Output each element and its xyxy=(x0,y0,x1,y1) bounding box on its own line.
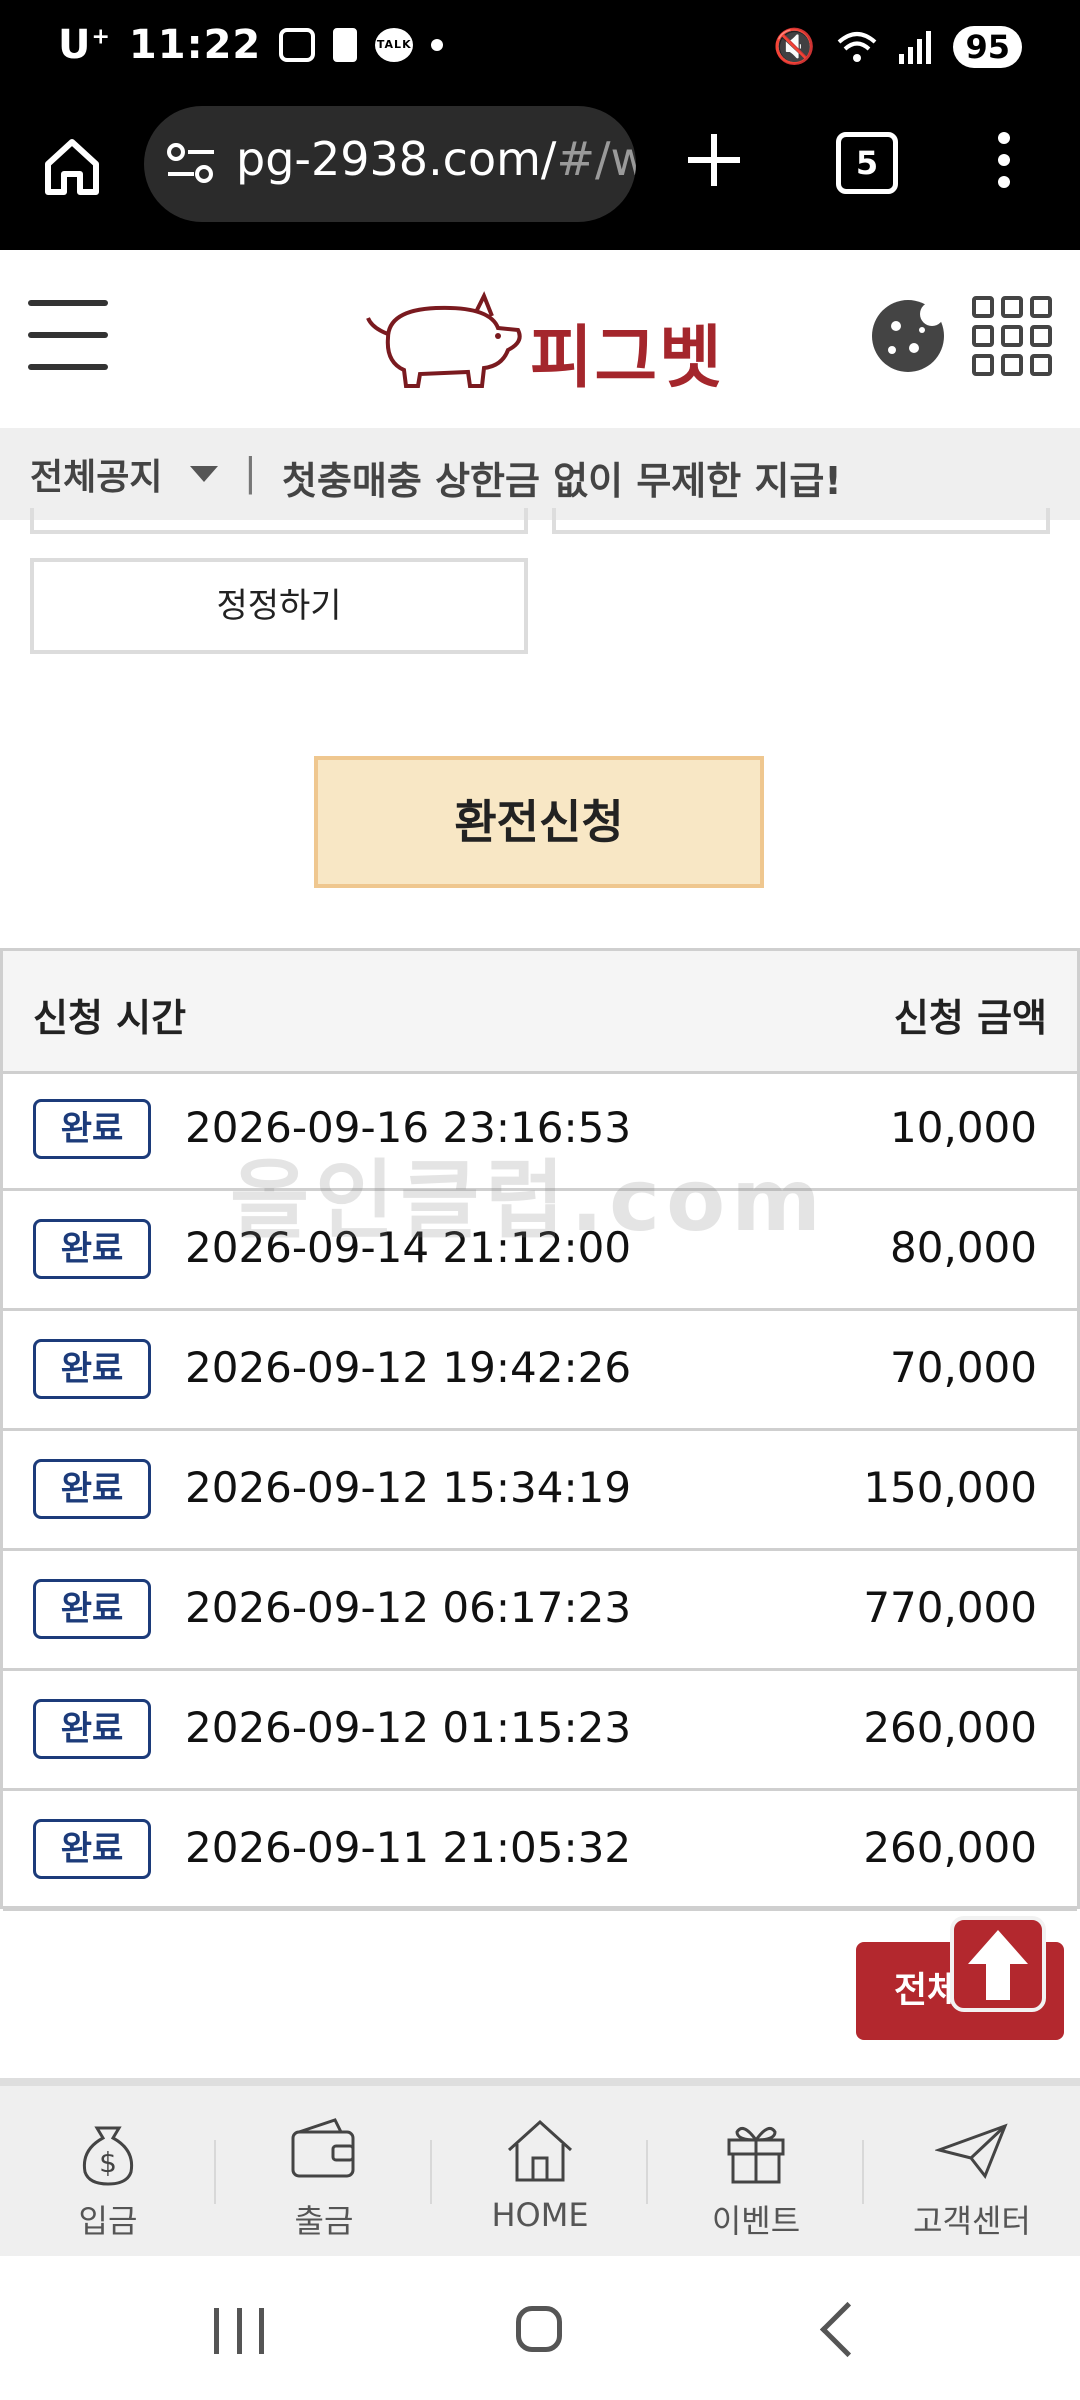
new-tab-icon[interactable] xyxy=(684,130,744,190)
request-amount: 10,000 xyxy=(890,1103,1037,1152)
mute-icon: 🔇 xyxy=(773,27,816,67)
status-badge: 완료 xyxy=(33,1819,151,1879)
table-row: 완료 2026-09-11 21:05:32 260,000 xyxy=(3,1791,1077,1911)
logo-text: 피그벳 xyxy=(530,319,724,398)
table-bottom-border xyxy=(0,1906,1080,1909)
status-right: 🔇 95 xyxy=(773,26,1022,68)
site-settings-icon[interactable] xyxy=(166,142,216,186)
notice-label[interactable]: 전체공지 xyxy=(30,448,162,500)
table-row: 완료 2026-09-12 15:34:19 150,000 xyxy=(3,1431,1077,1551)
nav-label: 이벤트 xyxy=(711,2202,801,2240)
wifi-icon xyxy=(838,32,877,62)
form-field-cut-left[interactable] xyxy=(30,508,528,534)
table-row: 완료 2026-09-12 01:15:23 260,000 xyxy=(3,1671,1077,1791)
status-badge: 완료 xyxy=(33,1219,151,1279)
request-time: 2026-09-12 01:15:23 xyxy=(185,1703,632,1752)
bottom-navigation: $ 입금 출금 HOME 이벤트 고객센터 xyxy=(0,2078,1080,2256)
request-time: 2026-09-12 06:17:23 xyxy=(185,1583,632,1632)
scroll-to-top-button[interactable] xyxy=(950,1916,1046,2012)
nav-label: 고객센터 xyxy=(913,2202,1031,2240)
nav-deposit[interactable]: $ 입금 xyxy=(0,2114,216,2254)
battery-level: 95 xyxy=(953,26,1022,68)
caret-down-icon[interactable] xyxy=(190,466,218,482)
request-amount: 260,000 xyxy=(863,1703,1037,1752)
column-header-amount: 신청 금액 xyxy=(893,996,1047,1040)
hamburger-menu-icon[interactable] xyxy=(28,300,108,372)
status-badge: 완료 xyxy=(33,1699,151,1759)
site-logo[interactable]: 피그벳 xyxy=(358,288,728,398)
exchange-request-button[interactable]: 환전신청 xyxy=(314,756,764,888)
nav-label: HOME xyxy=(491,2196,589,2234)
status-badge: 완료 xyxy=(33,1099,151,1159)
system-home-icon[interactable] xyxy=(516,2306,562,2352)
exchange-history-table: 신청 시간 신청 금액 완료 2026-09-16 23:16:53 10,00… xyxy=(0,948,1080,1911)
nav-event[interactable]: 이벤트 xyxy=(648,2114,864,2254)
request-amount: 70,000 xyxy=(890,1343,1037,1392)
pig-logo-icon xyxy=(366,291,522,388)
request-time: 2026-09-12 15:34:19 xyxy=(185,1463,632,1512)
form-field-cut-right[interactable] xyxy=(552,508,1050,534)
screenshot-icon xyxy=(279,28,316,62)
nav-label: 출금 xyxy=(294,2202,354,2240)
notice-bar: 전체공지 | 첫충매충 상한금 없이 무제한 지급! xyxy=(0,428,1080,520)
table-row: 완료 2026-09-12 06:17:23 770,000 xyxy=(3,1551,1077,1671)
status-badge: 완료 xyxy=(33,1339,151,1399)
system-navigation-bar xyxy=(0,2256,1080,2400)
nav-withdraw[interactable]: 출금 xyxy=(216,2114,432,2254)
table-row: 완료 2026-09-16 23:16:53 10,000 xyxy=(3,1071,1077,1191)
app-grid-icon[interactable] xyxy=(972,296,1052,376)
site-header: 피그벳 xyxy=(0,250,1080,428)
status-bar: U+ 11:22 TALK 🔇 95 xyxy=(0,0,1080,100)
notification-dot-icon xyxy=(431,39,444,51)
arrow-up-icon xyxy=(968,1930,1028,2000)
request-amount: 260,000 xyxy=(863,1823,1037,1872)
kakaotalk-icon: TALK xyxy=(375,28,414,62)
nav-customer-center[interactable]: 고객센터 xyxy=(864,2114,1080,2254)
request-time: 2026-09-14 21:12:00 xyxy=(185,1223,632,1272)
url-text[interactable]: pg-2938.com/#/w xyxy=(236,132,636,186)
wallet-icon xyxy=(291,2118,355,2178)
url-bar[interactable]: pg-2938.com/#/w xyxy=(144,106,636,222)
browser-home-icon[interactable] xyxy=(40,134,104,198)
column-header-time: 신청 시간 xyxy=(33,996,187,1040)
status-badge: 완료 xyxy=(33,1459,151,1519)
status-left: U+ 11:22 TALK xyxy=(58,22,444,68)
request-time: 2026-09-12 19:42:26 xyxy=(185,1343,632,1392)
table-row: 완료 2026-09-14 21:12:00 80,000 xyxy=(3,1191,1077,1311)
correct-button[interactable]: 정정하기 xyxy=(30,558,528,654)
house-icon xyxy=(507,2119,573,2182)
request-amount: 770,000 xyxy=(863,1583,1037,1632)
back-icon[interactable] xyxy=(819,2301,876,2358)
signal-icon xyxy=(899,31,932,64)
status-badge: 완료 xyxy=(33,1579,151,1639)
recent-apps-icon[interactable] xyxy=(214,2308,264,2354)
tab-switcher-button[interactable]: 5 xyxy=(836,132,898,194)
nav-home[interactable]: HOME xyxy=(432,2114,648,2254)
nav-label: 입금 xyxy=(78,2202,138,2240)
table-header: 신청 시간 신청 금액 xyxy=(3,951,1077,1074)
table-row: 완료 2026-09-12 19:42:26 70,000 xyxy=(3,1311,1077,1431)
svg-text:$: $ xyxy=(99,2146,117,2179)
request-amount: 80,000 xyxy=(890,1223,1037,1272)
b-app-icon xyxy=(333,28,358,62)
request-time: 2026-09-11 21:05:32 xyxy=(185,1823,632,1872)
money-bag-icon: $ xyxy=(82,2126,134,2186)
carrier-label: U+ xyxy=(58,22,111,68)
paper-plane-icon xyxy=(935,2123,1008,2179)
notice-text[interactable]: 첫충매충 상한금 없이 무제한 지급! xyxy=(282,450,842,505)
more-menu-icon[interactable] xyxy=(994,130,1014,190)
cookie-icon[interactable] xyxy=(870,298,946,374)
gift-icon xyxy=(727,2126,785,2184)
request-time: 2026-09-16 23:16:53 xyxy=(185,1103,632,1152)
browser-toolbar: pg-2938.com/#/w 5 xyxy=(0,100,1080,250)
notice-separator: | xyxy=(244,450,257,494)
clock: 11:22 xyxy=(128,22,262,68)
request-amount: 150,000 xyxy=(863,1463,1037,1512)
